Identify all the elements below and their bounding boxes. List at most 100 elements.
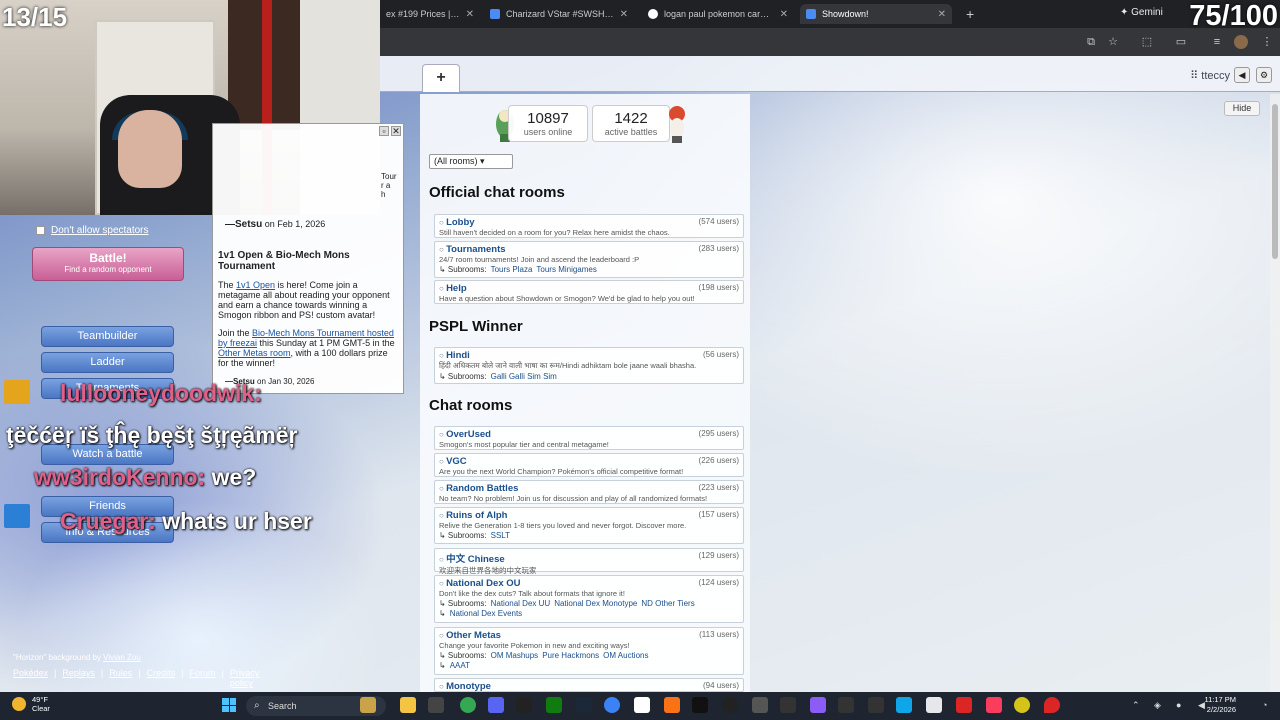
active-battles-stat[interactable]: 1422 active battles (592, 105, 670, 142)
room-item[interactable]: National Dex OU(124 users) Don't like the… (434, 575, 744, 623)
room-name[interactable]: Other Metas (439, 630, 739, 641)
app-icon[interactable] (516, 697, 532, 713)
username[interactable]: ⠿ tteccy (1190, 69, 1230, 82)
footer-link-privacy[interactable]: Privacy policy (230, 668, 260, 688)
subroom-link[interactable]: AAAT (450, 661, 470, 670)
news-link-1v1-open[interactable]: 1v1 Open (236, 280, 275, 290)
obs-icon[interactable] (722, 697, 738, 713)
app-icon[interactable] (926, 697, 942, 713)
app-icon[interactable] (1014, 697, 1030, 713)
subroom-link[interactable]: Galli Galli Sim Sim (491, 372, 557, 381)
browser-tab-2[interactable]: Charizard VStar #SWSH262 Pri✕ (484, 4, 634, 24)
app-icon[interactable] (664, 697, 680, 713)
subroom-link[interactable]: SSLT (491, 531, 510, 540)
room-item[interactable]: Hindi(56 users) हिंदी अधिकतम बोले जाने वा… (434, 347, 744, 384)
xbox-icon[interactable] (546, 697, 562, 713)
profile-avatar[interactable] (1234, 35, 1248, 49)
scrollbar-thumb[interactable] (1272, 104, 1278, 259)
checkbox-icon[interactable] (36, 226, 45, 235)
app-icon[interactable] (956, 697, 972, 713)
gemini-button[interactable]: ✦ Gemini (1120, 7, 1163, 18)
room-name[interactable]: National Dex OU (439, 578, 739, 589)
notification-bell-icon[interactable]: ◔ (1262, 700, 1267, 710)
room-item[interactable]: Monotype(94 users) (434, 678, 744, 692)
taskbar-clock[interactable]: 11:17 PM 2/2/2026 (1204, 695, 1236, 715)
room-item[interactable]: VGC(226 users) Are you the next World Cha… (434, 453, 744, 477)
chrome-icon[interactable] (460, 697, 476, 713)
app-icon[interactable] (780, 697, 796, 713)
battle-button[interactable]: Battle! Find a random opponent (32, 247, 184, 281)
subroom-link[interactable]: National Dex UU (491, 599, 551, 608)
chevron-up-icon[interactable]: ⌃ (1132, 700, 1140, 711)
room-name[interactable]: Lobby (439, 217, 739, 228)
room-name[interactable]: VGC (439, 456, 739, 467)
volume-icon[interactable]: ◀ (1234, 67, 1250, 83)
app-icon[interactable] (838, 697, 854, 713)
subroom-link[interactable]: National Dex Events (450, 609, 522, 618)
room-name[interactable]: OverUsed (439, 429, 739, 440)
close-icon[interactable]: ✕ (938, 9, 946, 20)
settings-gear-icon[interactable]: ⚙ (1256, 67, 1272, 83)
bookmark-star-icon[interactable]: ☆ (1106, 35, 1120, 49)
room-item[interactable]: Tournaments(283 users) 24/7 room tourname… (434, 241, 744, 278)
close-icon[interactable]: ✕ (466, 9, 474, 20)
file-explorer-icon[interactable] (400, 697, 416, 713)
subroom-link[interactable]: OM Mashups (491, 651, 539, 660)
home-tab[interactable]: + (422, 64, 460, 92)
screenshot-icon[interactable]: ⧉ (1084, 35, 1098, 49)
room-name[interactable]: Hindi (439, 350, 739, 361)
room-name[interactable]: 中文 Chinese (439, 551, 739, 565)
close-icon[interactable]: ✕ (391, 126, 401, 136)
teambuilder-button[interactable]: Teambuilder (41, 326, 174, 347)
kebab-menu-icon[interactable]: ⋮ (1260, 35, 1274, 49)
extensions-icon[interactable]: ⬚ (1140, 35, 1154, 49)
store-icon[interactable] (428, 697, 444, 713)
app-icon[interactable] (360, 697, 376, 713)
footer-link-rules[interactable]: Rules (109, 668, 132, 688)
room-name[interactable]: Monotype (439, 681, 739, 692)
room-item[interactable]: Help(198 users)Have a question about Sho… (434, 280, 744, 304)
sidebar-icon[interactable]: ▭ (1174, 35, 1188, 49)
credits-author-link[interactable]: Vivian Zou (103, 653, 141, 662)
app-icon[interactable] (752, 697, 768, 713)
news-link-other-metas[interactable]: Other Metas room (218, 348, 291, 358)
room-name[interactable]: Random Battles (439, 483, 739, 494)
footer-link-credits[interactable]: Credits (147, 668, 176, 688)
weather-widget[interactable]: 49°F Clear (12, 695, 50, 713)
footer-link-pokedex[interactable]: Pokédex (13, 668, 48, 688)
subroom-link[interactable]: Pure Hackmons (542, 651, 599, 660)
dont-allow-spectators-checkbox[interactable]: Don't allow spectators (36, 225, 149, 236)
app-icon[interactable] (868, 697, 884, 713)
app-icon[interactable] (692, 697, 708, 713)
room-filter-select[interactable]: (All rooms) ▾ (429, 154, 513, 169)
browser-tab-1[interactable]: ex #199 Prices | Poké✕ (380, 4, 480, 24)
room-item[interactable]: Lobby(574 users) Still haven't decided on… (434, 214, 744, 238)
room-item[interactable]: OverUsed(295 users) Smogon's most popular… (434, 426, 744, 450)
windows-start-icon[interactable] (222, 698, 236, 712)
minimize-icon[interactable]: ▫ (379, 126, 389, 136)
room-item[interactable]: Ruins of Alph(157 users) Relive the Gener… (434, 507, 744, 544)
room-item[interactable]: Other Metas(113 users) Change your favori… (434, 627, 744, 675)
microphone-icon[interactable]: ● (1176, 700, 1181, 710)
hide-button[interactable]: Hide (1224, 101, 1260, 116)
discord-icon[interactable] (488, 697, 504, 713)
room-name[interactable]: Help (439, 283, 739, 294)
room-name[interactable]: Ruins of Alph (439, 510, 739, 521)
subroom-link[interactable]: OM Auctions (603, 651, 648, 660)
subroom-link[interactable]: Tours Minigames (536, 265, 596, 274)
room-item[interactable]: Random Battles(223 users) No team? No pro… (434, 480, 744, 504)
steam-icon[interactable] (576, 697, 592, 713)
menu-list-icon[interactable]: ≡ (1210, 35, 1224, 49)
app-icon[interactable] (896, 697, 912, 713)
subroom-link[interactable]: ND Other Tiers (641, 599, 694, 608)
close-icon[interactable]: ✕ (620, 9, 628, 20)
footer-link-replays[interactable]: Replays (62, 668, 95, 688)
room-item[interactable]: 中文 Chinese(129 users)欢迎来自世界各地的中文玩家 (434, 548, 744, 575)
browser-tab-3[interactable]: logan paul pokemon card - Go ✕ (642, 4, 794, 24)
close-icon[interactable]: ✕ (780, 9, 788, 20)
footer-link-forum[interactable]: Forum (189, 668, 215, 688)
app-icon[interactable] (604, 697, 620, 713)
ladder-button[interactable]: Ladder (41, 352, 174, 373)
app-icon[interactable] (810, 697, 826, 713)
new-tab-button[interactable]: + (966, 6, 974, 22)
